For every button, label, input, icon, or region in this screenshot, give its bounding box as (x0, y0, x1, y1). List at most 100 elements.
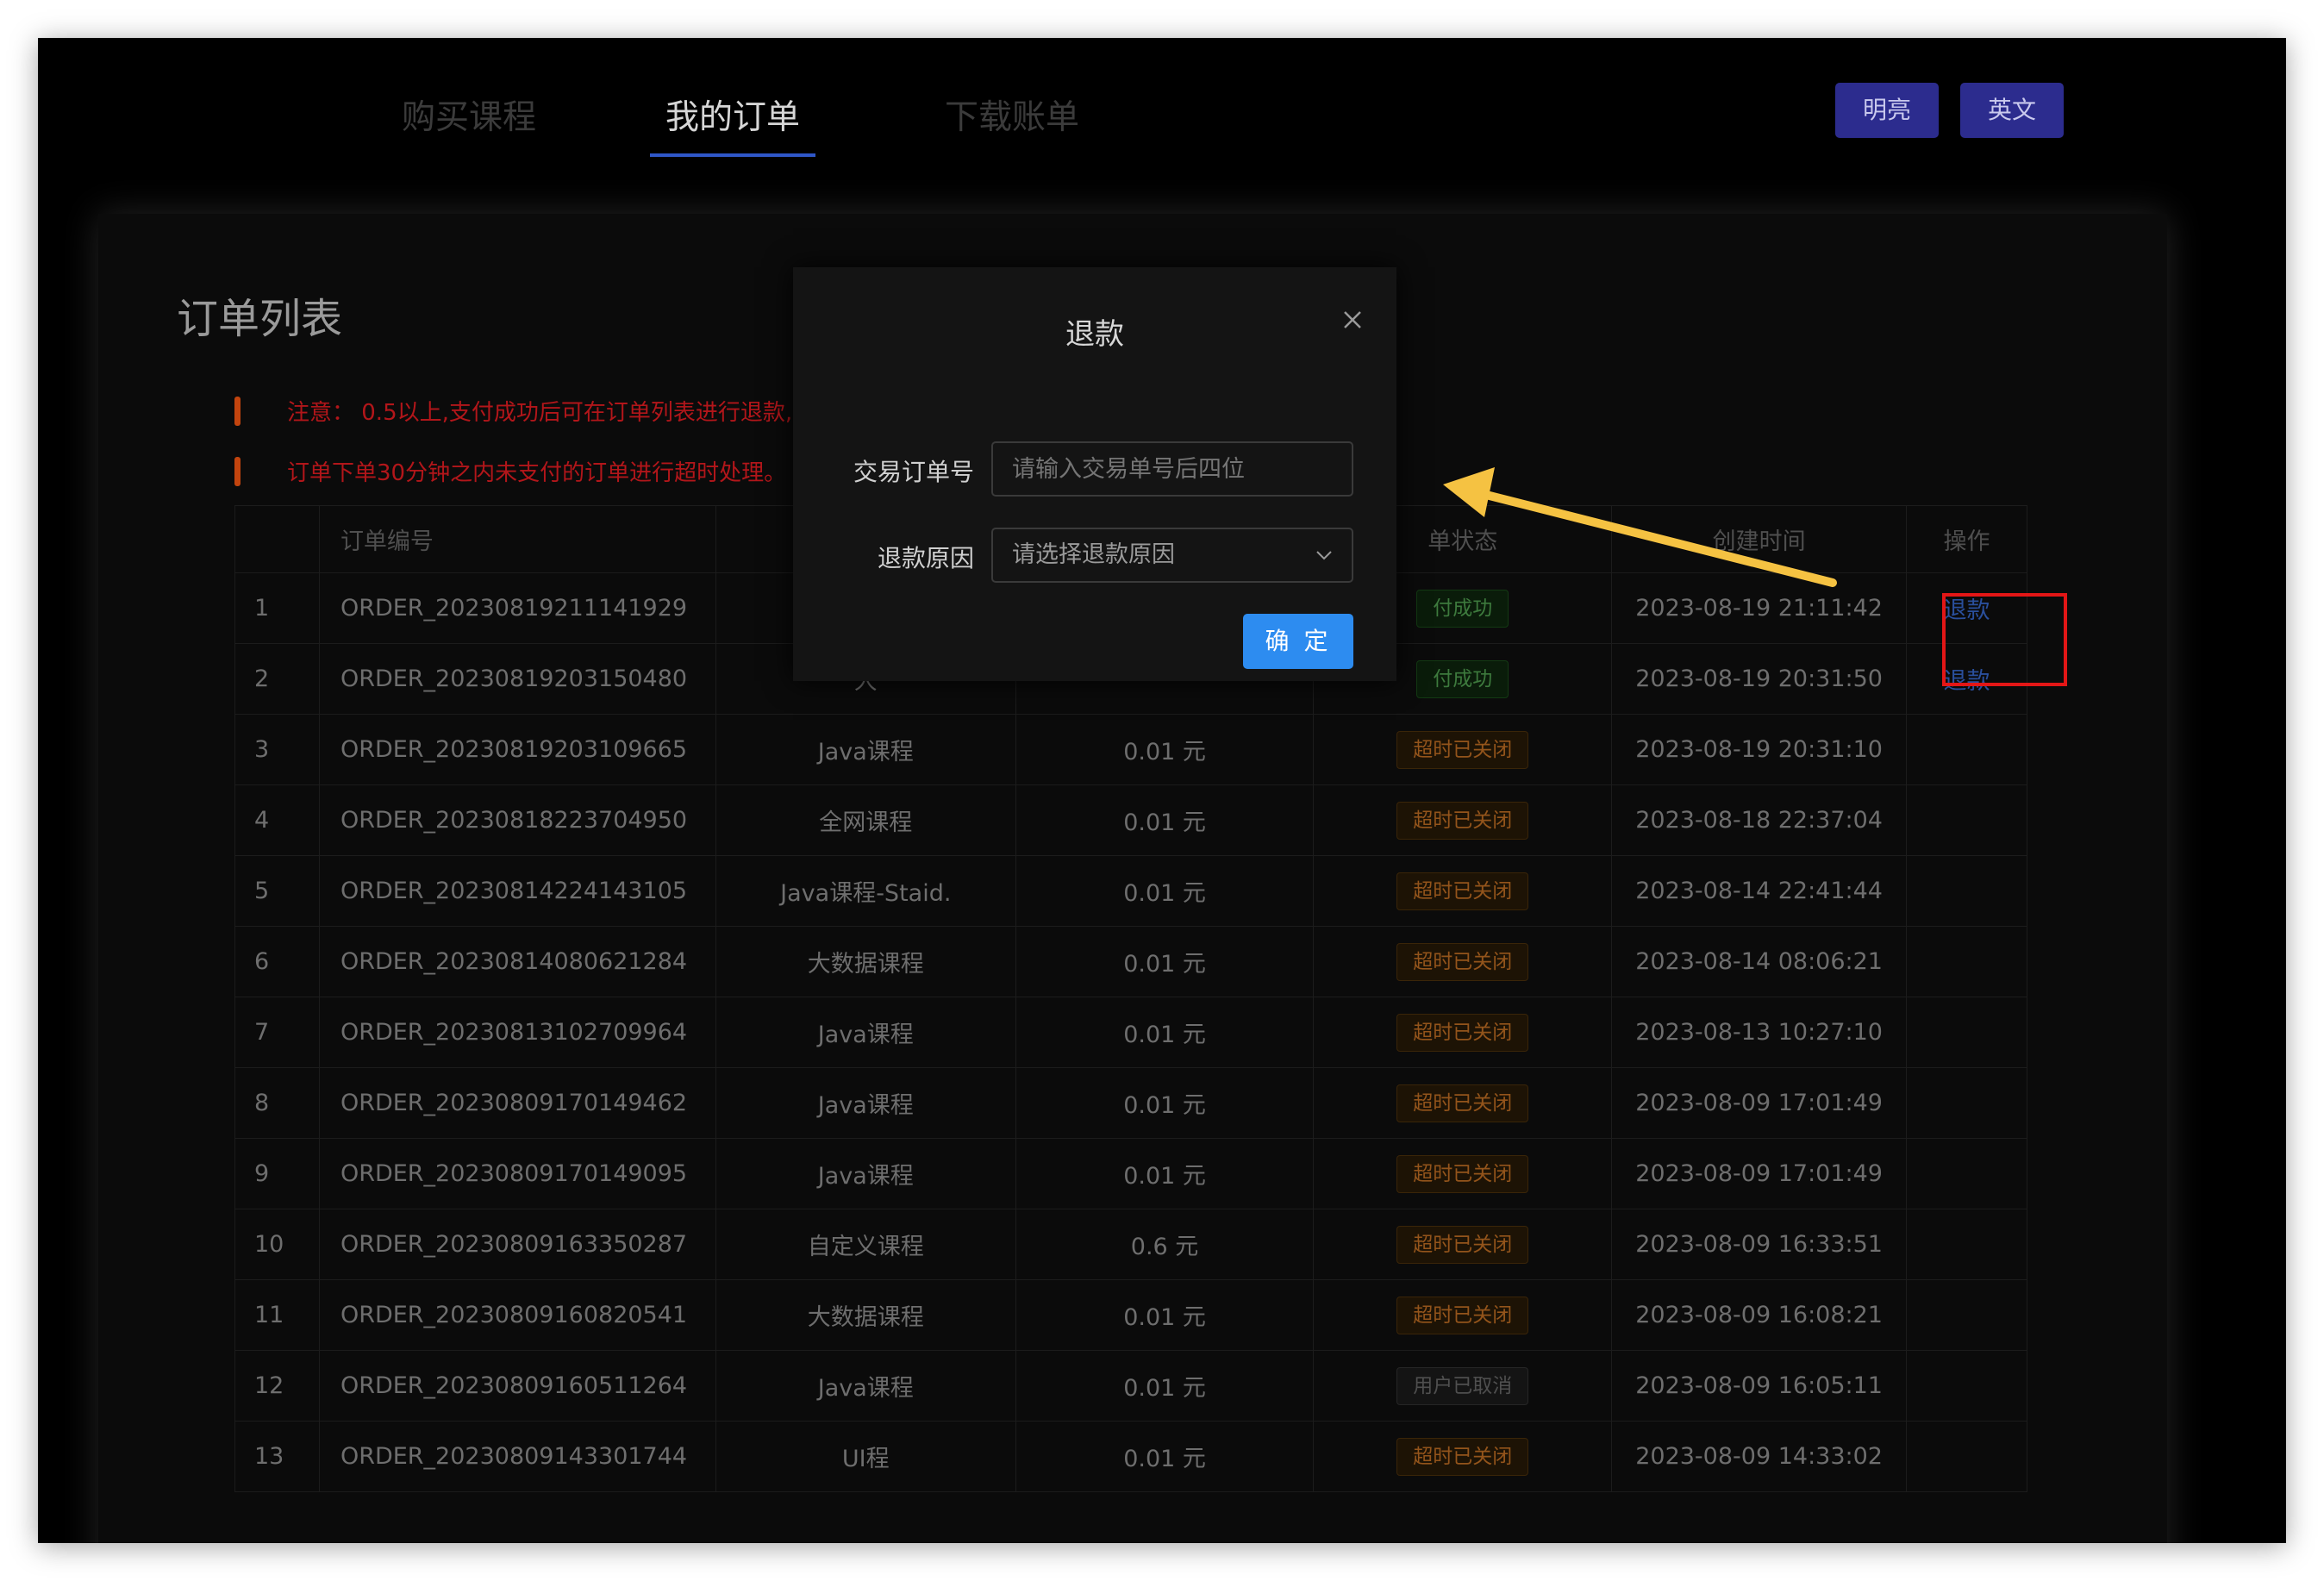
table-row: 13 ORDER_20230809143301744 UI程 0.01 元 超时已关闭 2… (234, 1421, 2027, 1492)
table-row: 7 ORDER_20230813102709964 Java课程 0.01 元 超时已关… (234, 997, 2027, 1068)
cell-created: 2023-08-09 16:08:21 (1611, 1279, 1908, 1351)
status-badge: 超时已关闭 (1396, 1084, 1529, 1122)
cell-index: 13 (234, 1421, 320, 1492)
cell-status: 超时已关闭 (1313, 1138, 1613, 1209)
cell-order-no: ORDER_20230809170149095 (318, 1138, 716, 1209)
cell-created: 2023-08-18 22:37:04 (1611, 784, 1908, 856)
table-row: 10 ORDER_20230809163350287 自定义课程 0.6 元 超时已关闭… (234, 1209, 2027, 1280)
cell-action (1906, 1421, 2027, 1492)
status-badge: 超时已关闭 (1396, 1296, 1529, 1334)
cell-course: Java课程 (715, 1138, 1016, 1209)
cell-index: 11 (234, 1279, 320, 1351)
tab-download-bill[interactable]: 下载账单 (917, 88, 1107, 148)
highlight-box (1942, 593, 2067, 686)
cell-order-no: ORDER_20230813102709964 (318, 997, 716, 1068)
cell-course: Java课程-Staid. (715, 855, 1016, 927)
table-row: 8 ORDER_20230809170149462 Java课程 0.01 元 超时已关… (234, 1067, 2027, 1139)
status-badge: 超时已关闭 (1396, 1437, 1529, 1476)
cell-action (1906, 855, 2027, 927)
cell-order-no: ORDER_20230809160820541 (318, 1279, 716, 1351)
cell-amount: 0.01 元 (1015, 784, 1315, 856)
notice-timeout: 订单下单30分钟之内未支付的订单进行超时处理。 (287, 460, 787, 486)
cell-created: 2023-08-09 17:01:49 (1611, 1067, 1908, 1139)
page-title: 订单列表 (177, 295, 343, 343)
cell-status: 超时已关闭 (1313, 1067, 1613, 1139)
table-row: 9 ORDER_20230809170149095 Java课程 0.01 元 超时已关… (234, 1138, 2027, 1209)
cell-status: 超时已关闭 (1313, 926, 1613, 997)
cell-amount: 0.01 元 (1015, 1350, 1315, 1422)
table-row: 3 ORDER_20230819203109665 Java课程 0.01 元 超时已关… (234, 714, 2027, 785)
cell-created: 2023-08-09 16:05:11 (1611, 1350, 1908, 1422)
app-window: 购买课程 我的订单 下载账单 明亮 英文 订单列表 注意： 0.5以上,支付成功… (38, 38, 2286, 1543)
theme-button[interactable]: 明亮 (1835, 83, 1939, 138)
cell-index: 2 (234, 643, 320, 715)
status-badge: 超时已关闭 (1396, 942, 1529, 981)
cell-status: 超时已关闭 (1313, 1279, 1613, 1351)
cell-amount: 0.6 元 (1015, 1209, 1315, 1280)
cell-course: 大数据课程 (715, 926, 1016, 997)
cell-index: 3 (234, 714, 320, 785)
col-header-index (234, 505, 320, 573)
active-tab-underline (650, 153, 815, 157)
cell-order-no: ORDER_20230819211141929 (318, 572, 716, 644)
dialog-title: 退款 (1065, 317, 1124, 352)
status-badge: 付成功 (1416, 659, 1509, 698)
cell-created: 2023-08-09 16:33:51 (1611, 1209, 1908, 1280)
status-badge: 超时已关闭 (1396, 1225, 1529, 1264)
cell-amount: 0.01 元 (1015, 855, 1315, 927)
cell-amount: 0.01 元 (1015, 714, 1315, 785)
cell-course: Java课程 (715, 1350, 1016, 1422)
tab-my-orders[interactable]: 我的订单 (641, 88, 824, 148)
cell-action (1906, 997, 2027, 1068)
cell-index: 9 (234, 1138, 320, 1209)
cell-created: 2023-08-19 20:31:10 (1611, 714, 1908, 785)
col-header-created: 创建时间 (1611, 505, 1908, 573)
refund-reason-placeholder: 请选择退款原因 (1012, 541, 1175, 568)
cell-order-no: ORDER_20230809160511264 (318, 1350, 716, 1422)
cell-amount: 0.01 元 (1015, 1421, 1315, 1492)
confirm-button[interactable]: 确 定 (1243, 614, 1353, 669)
cell-course: UI程 (715, 1421, 1016, 1492)
refund-reason-select[interactable]: 请选择退款原因 (991, 528, 1353, 583)
cell-order-no: ORDER_20230818223704950 (318, 784, 716, 856)
cell-action (1906, 784, 2027, 856)
table-row: 11 ORDER_20230809160820541 大数据课程 0.01 元 超时已关… (234, 1279, 2027, 1351)
status-badge: 用户已取消 (1396, 1366, 1529, 1405)
cell-created: 2023-08-09 14:33:02 (1611, 1421, 1908, 1492)
cell-course: Java课程 (715, 997, 1016, 1068)
col-header-order-no: 订单编号 (318, 505, 716, 573)
cell-index: 7 (234, 997, 320, 1068)
cell-amount: 0.01 元 (1015, 1279, 1315, 1351)
cell-order-no: ORDER_20230819203150480 (318, 643, 716, 715)
cell-status: 超时已关闭 (1313, 1209, 1613, 1280)
cell-order-no: ORDER_20230814224143105 (318, 855, 716, 927)
cell-created: 2023-08-09 17:01:49 (1611, 1138, 1908, 1209)
status-badge: 超时已关闭 (1396, 872, 1529, 910)
col-header-action: 操作 (1906, 505, 2027, 573)
cell-course: 全网课程 (715, 784, 1016, 856)
cell-created: 2023-08-19 21:11:42 (1611, 572, 1908, 644)
cell-course: 自定义课程 (715, 1209, 1016, 1280)
cell-status: 超时已关闭 (1313, 714, 1613, 785)
cell-index: 1 (234, 572, 320, 644)
cell-order-no: ORDER_20230809163350287 (318, 1209, 716, 1280)
cell-order-no: ORDER_20230819203109665 (318, 714, 716, 785)
cell-index: 10 (234, 1209, 320, 1280)
cell-amount: 0.01 元 (1015, 997, 1315, 1068)
close-icon[interactable] (1340, 307, 1365, 333)
status-badge: 超时已关闭 (1396, 730, 1529, 769)
status-badge: 付成功 (1416, 589, 1509, 628)
order-no-input[interactable] (991, 441, 1353, 497)
cell-order-no: ORDER_20230809143301744 (318, 1421, 716, 1492)
language-button[interactable]: 英文 (1960, 83, 2064, 138)
cell-course: Java课程 (715, 1067, 1016, 1139)
cell-order-no: ORDER_20230814080621284 (318, 926, 716, 997)
refund-reason-label: 退款原因 (877, 544, 974, 572)
status-badge: 超时已关闭 (1396, 1013, 1529, 1052)
cell-index: 6 (234, 926, 320, 997)
cell-status: 超时已关闭 (1313, 855, 1613, 927)
cell-action (1906, 1279, 2027, 1351)
status-badge: 超时已关闭 (1396, 1154, 1529, 1193)
tab-buy-courses[interactable]: 购买课程 (374, 88, 564, 148)
cell-created: 2023-08-19 20:31:50 (1611, 643, 1908, 715)
